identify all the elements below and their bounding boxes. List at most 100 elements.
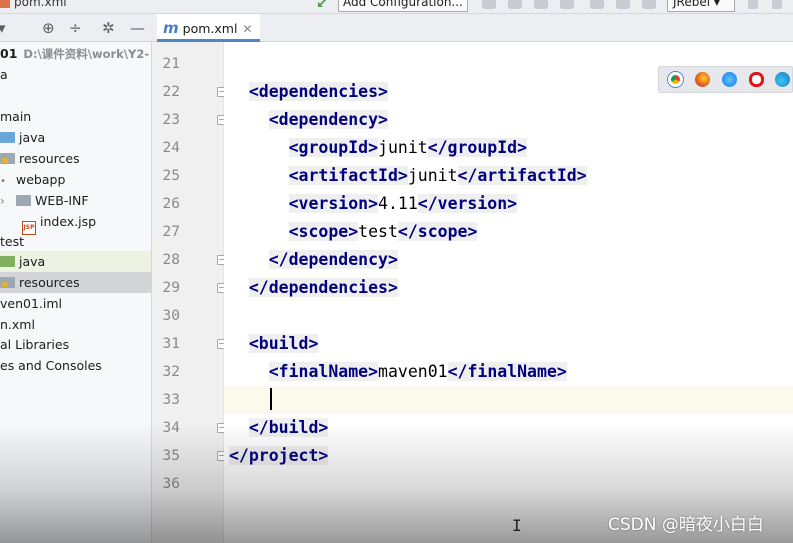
xml-tag: </scope> bbox=[397, 222, 478, 241]
xml-tag: </build> bbox=[248, 418, 329, 437]
line-number: 33 bbox=[162, 392, 180, 408]
xml-text bbox=[229, 222, 289, 241]
chrome-icon[interactable] bbox=[668, 72, 683, 87]
code-line[interactable] bbox=[229, 302, 793, 330]
folder-icon bbox=[0, 132, 15, 143]
line-number: 34 bbox=[162, 420, 180, 436]
tree-item-pom[interactable]: n.xml bbox=[0, 314, 151, 335]
line-number: 26 bbox=[162, 196, 180, 212]
browser-preview-bar bbox=[658, 66, 793, 93]
run-icon[interactable] bbox=[482, 0, 496, 9]
xml-text bbox=[229, 334, 249, 353]
coverage-icon[interactable] bbox=[534, 0, 548, 9]
code-line[interactable]: </build> bbox=[229, 414, 793, 442]
resources-folder-icon bbox=[0, 277, 15, 288]
xml-tag: <dependency> bbox=[268, 110, 388, 129]
main-toolbar: pom.xml ↙ Add Configuration... JRebel ▾ bbox=[0, 0, 793, 14]
xml-tag: <artifactId> bbox=[288, 166, 408, 185]
text-caret bbox=[270, 388, 272, 410]
xml-text bbox=[229, 362, 269, 381]
line-number: 31 bbox=[162, 336, 180, 352]
code-line[interactable]: </project> bbox=[229, 442, 793, 470]
jrebel-run-icon[interactable] bbox=[590, 0, 604, 9]
jrebel-select[interactable]: JRebel ▾ bbox=[667, 0, 735, 12]
code-line[interactable]: <dependency> bbox=[229, 106, 793, 134]
xml-tag: <groupId> bbox=[288, 138, 379, 157]
code-line[interactable] bbox=[229, 470, 793, 498]
xml-text bbox=[229, 82, 249, 101]
test-folder-icon bbox=[0, 256, 15, 267]
code-line[interactable]: <finalName>maven01</finalName> bbox=[229, 358, 793, 386]
xml-tag: <build> bbox=[248, 334, 319, 353]
tree-item-project-root[interactable]: 01 D:\课件资料\work\Y2- bbox=[0, 43, 151, 64]
run-configuration-select[interactable]: Add Configuration... bbox=[338, 0, 468, 12]
line-number: 36 bbox=[162, 476, 180, 492]
collapse-icon[interactable]: ÷ bbox=[69, 19, 82, 37]
code-line[interactable] bbox=[224, 386, 793, 414]
code-line[interactable]: <artifactId>junit</artifactId> bbox=[229, 162, 793, 190]
hide-icon[interactable]: — bbox=[130, 19, 145, 37]
code-line[interactable]: </dependencies> bbox=[229, 274, 793, 302]
tree-item-main-java[interactable]: java bbox=[0, 127, 151, 148]
xml-text bbox=[229, 278, 249, 297]
line-number: 25 bbox=[162, 168, 180, 184]
xml-file-icon bbox=[0, 0, 10, 8]
tree-item-webapp[interactable]: • webapp bbox=[0, 169, 151, 190]
xml-text bbox=[229, 194, 289, 213]
line-number: 32 bbox=[162, 364, 180, 380]
xml-tag: </groupId> bbox=[427, 138, 528, 157]
edge-icon[interactable] bbox=[775, 72, 790, 87]
tree-item-iml[interactable]: ven01.iml bbox=[0, 293, 151, 314]
tree-item[interactable]: a bbox=[0, 64, 151, 85]
tree-item-external-libraries[interactable]: al Libraries bbox=[0, 334, 151, 355]
line-number: 24 bbox=[162, 140, 180, 156]
update-icon[interactable] bbox=[748, 0, 758, 9]
chevron-down-icon[interactable]: ▾ bbox=[0, 19, 6, 37]
tree-item-test-java[interactable]: java bbox=[0, 251, 151, 272]
xml-text: junit bbox=[407, 166, 458, 185]
tree-item-test-resources[interactable]: resources bbox=[0, 272, 151, 293]
jrebel-icon[interactable] bbox=[642, 0, 656, 9]
tree-item-web-inf[interactable]: › WEB-INF bbox=[0, 190, 151, 212]
tree-item-main[interactable]: main bbox=[0, 106, 151, 127]
build-icon[interactable]: ↙ bbox=[316, 0, 328, 12]
gear-icon[interactable]: ✲ bbox=[102, 19, 115, 37]
code-line[interactable]: <build> bbox=[229, 330, 793, 358]
xml-text bbox=[229, 250, 269, 269]
xml-tag: </dependencies> bbox=[248, 278, 398, 297]
xml-tag: </dependency> bbox=[268, 250, 398, 269]
chevron-right-icon[interactable]: › bbox=[0, 191, 10, 212]
project-panel-header: ▾ ⊕ ÷ ✲ — bbox=[0, 14, 152, 42]
line-number: 29 bbox=[162, 280, 180, 296]
opera-icon[interactable] bbox=[749, 72, 764, 87]
tree-item-scratches[interactable]: es and Consoles bbox=[0, 355, 151, 376]
code-line[interactable]: <groupId>junit</groupId> bbox=[229, 134, 793, 162]
resources-folder-icon bbox=[0, 153, 15, 164]
debug-icon[interactable] bbox=[508, 0, 522, 9]
editor-tab-bar: m pom.xml ✕ bbox=[152, 14, 793, 42]
line-number: 21 bbox=[162, 56, 180, 72]
xml-text: maven01 bbox=[378, 362, 448, 381]
tree-item-index-jsp[interactable]: JSP index.jsp bbox=[0, 211, 151, 235]
profile-icon[interactable] bbox=[560, 0, 574, 9]
code-line[interactable]: <scope>test</scope> bbox=[229, 218, 793, 246]
search-icon[interactable] bbox=[772, 0, 782, 9]
safari-icon[interactable] bbox=[722, 72, 737, 87]
close-icon[interactable]: ✕ bbox=[242, 22, 252, 36]
code-line[interactable]: </dependency> bbox=[229, 246, 793, 274]
jrebel-debug-icon[interactable] bbox=[616, 0, 630, 9]
project-tree: 01 D:\课件资料\work\Y2- a main java resources… bbox=[0, 42, 152, 543]
target-icon[interactable]: ⊕ bbox=[42, 19, 55, 37]
tree-item-main-resources[interactable]: resources bbox=[0, 148, 151, 169]
xml-text: 4.11 bbox=[378, 194, 418, 213]
firefox-icon[interactable] bbox=[695, 72, 710, 87]
bullet-icon: • bbox=[0, 176, 6, 187]
tab-pom-xml[interactable]: m pom.xml ✕ bbox=[157, 14, 261, 42]
tree-item-test[interactable]: test bbox=[0, 231, 151, 252]
watermark: CSDN @暗夜小白白 bbox=[608, 515, 764, 535]
code-line[interactable]: <version>4.11</version> bbox=[229, 190, 793, 218]
line-number: 30 bbox=[162, 308, 180, 324]
code-editor[interactable]: <dependencies> <dependency> <groupId>jun… bbox=[224, 42, 793, 543]
folder-icon bbox=[16, 195, 31, 206]
window-title: pom.xml bbox=[0, 0, 67, 9]
